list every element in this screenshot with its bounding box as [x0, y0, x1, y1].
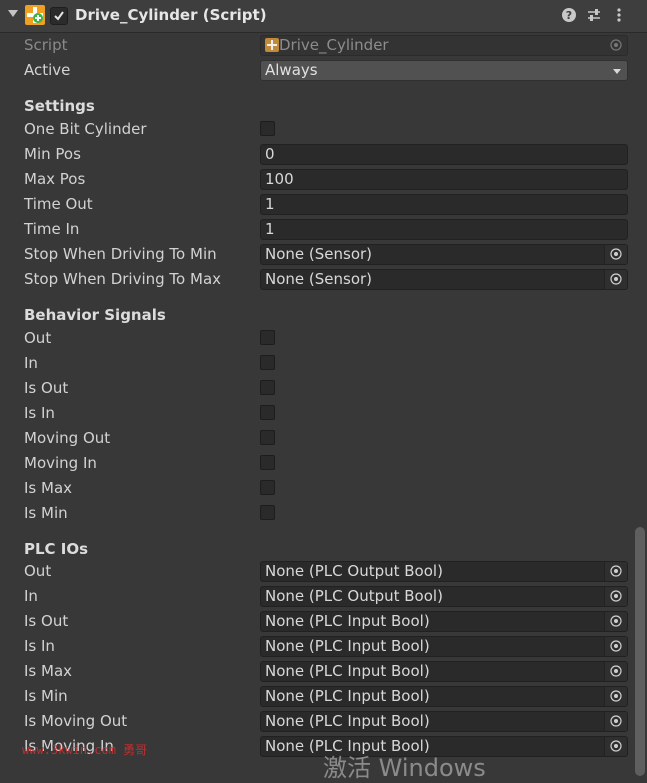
- stop-max-object-field[interactable]: None (Sensor): [260, 269, 628, 290]
- active-label: Active: [24, 61, 71, 79]
- plc-out-object-field[interactable]: None (PLC Output Bool): [260, 561, 628, 582]
- plc-is-max-object-field[interactable]: None (PLC Input Bool): [260, 661, 628, 682]
- stop-min-value: None (Sensor): [265, 245, 373, 263]
- min-pos-label: Min Pos: [24, 145, 81, 163]
- plc-is-min-label: Is Min: [24, 687, 68, 705]
- script-file-icon: [265, 38, 279, 52]
- plc-is-out-object-field[interactable]: None (PLC Input Bool): [260, 611, 628, 632]
- vertical-scrollbar[interactable]: [635, 527, 645, 776]
- behavior-is-max-checkbox[interactable]: [260, 480, 275, 495]
- object-picker-icon[interactable]: [604, 587, 627, 606]
- plc-is-in-object-field[interactable]: None (PLC Input Bool): [260, 636, 628, 657]
- component-title: Drive_Cylinder (Script): [75, 6, 267, 24]
- plc-is-out-label: Is Out: [24, 612, 69, 630]
- object-picker-icon[interactable]: [604, 562, 627, 581]
- object-picker-icon[interactable]: [604, 270, 627, 289]
- activate-windows-watermark: 激活 Windows: [323, 754, 486, 782]
- one-bit-cylinder-checkbox[interactable]: [260, 121, 275, 136]
- time-out-input[interactable]: 1: [260, 194, 628, 215]
- min-pos-input[interactable]: 0: [260, 144, 628, 165]
- stop-min-object-field[interactable]: None (Sensor): [260, 244, 628, 265]
- plc-is-moving-out-value: None (PLC Input Bool): [265, 712, 430, 730]
- object-picker-icon[interactable]: [604, 637, 627, 656]
- plc-out-label: Out: [24, 562, 52, 580]
- behavior-out-checkbox[interactable]: [260, 330, 275, 345]
- object-picker-icon: [605, 36, 627, 55]
- plc-in-object-field[interactable]: None (PLC Output Bool): [260, 586, 628, 607]
- one-bit-cylinder-label: One Bit Cylinder: [24, 120, 147, 138]
- settings-heading: Settings: [24, 97, 95, 115]
- script-field: Drive_Cylinder: [260, 35, 628, 56]
- plc-in-label: In: [24, 587, 38, 605]
- object-picker-icon[interactable]: [604, 687, 627, 706]
- behavior-is-max-label: Is Max: [24, 479, 73, 497]
- component-header: Drive_Cylinder (Script) ?: [0, 0, 647, 33]
- behavior-is-out-checkbox[interactable]: [260, 380, 275, 395]
- presets-icon[interactable]: [586, 7, 602, 23]
- plc-is-out-value: None (PLC Input Bool): [265, 612, 430, 630]
- behavior-in-label: In: [24, 354, 38, 372]
- foldout-arrow-icon[interactable]: [8, 10, 18, 17]
- plc-is-in-value: None (PLC Input Bool): [265, 637, 430, 655]
- object-picker-icon[interactable]: [604, 245, 627, 264]
- stop-max-label: Stop When Driving To Max: [24, 270, 222, 288]
- behavior-in-checkbox[interactable]: [260, 355, 275, 370]
- time-out-label: Time Out: [24, 195, 93, 213]
- plc-is-max-value: None (PLC Input Bool): [265, 662, 430, 680]
- behavior-signals-heading: Behavior Signals: [24, 306, 166, 324]
- behavior-moving-out-checkbox[interactable]: [260, 430, 275, 445]
- plc-is-min-value: None (PLC Input Bool): [265, 687, 430, 705]
- object-picker-icon[interactable]: [604, 612, 627, 631]
- plc-is-in-label: Is In: [24, 637, 55, 655]
- stop-min-label: Stop When Driving To Min: [24, 245, 217, 263]
- active-dropdown[interactable]: Always: [260, 60, 628, 81]
- site-watermark: www.3kwin.com 勇哥: [22, 743, 148, 757]
- plc-in-value: None (PLC Output Bool): [265, 587, 443, 605]
- behavior-is-in-checkbox[interactable]: [260, 405, 275, 420]
- dropdown-caret-icon: [613, 69, 621, 74]
- behavior-moving-in-label: Moving In: [24, 454, 97, 472]
- active-value: Always: [265, 61, 318, 79]
- max-pos-input[interactable]: 100: [260, 169, 628, 190]
- plc-ios-heading: PLC IOs: [24, 540, 89, 558]
- object-picker-icon[interactable]: [604, 712, 627, 731]
- plc-is-moving-out-label: Is Moving Out: [24, 712, 128, 730]
- time-in-input[interactable]: 1: [260, 219, 628, 240]
- script-label: Script: [24, 36, 68, 54]
- plc-out-value: None (PLC Output Bool): [265, 562, 443, 580]
- plc-is-min-object-field[interactable]: None (PLC Input Bool): [260, 686, 628, 707]
- script-value: Drive_Cylinder: [279, 36, 389, 54]
- behavior-moving-in-checkbox[interactable]: [260, 455, 275, 470]
- behavior-is-min-checkbox[interactable]: [260, 505, 275, 520]
- behavior-is-in-label: Is In: [24, 404, 55, 422]
- svg-text:?: ?: [566, 9, 572, 22]
- behavior-is-out-label: Is Out: [24, 379, 69, 397]
- context-menu-icon[interactable]: [611, 7, 627, 23]
- help-icon[interactable]: ?: [561, 7, 577, 23]
- object-picker-icon[interactable]: [604, 662, 627, 681]
- script-icon: [25, 5, 45, 25]
- object-picker-icon[interactable]: [604, 737, 627, 756]
- behavior-is-min-label: Is Min: [24, 504, 68, 522]
- plc-is-moving-out-object-field[interactable]: None (PLC Input Bool): [260, 711, 628, 732]
- behavior-moving-out-label: Moving Out: [24, 429, 111, 447]
- time-in-label: Time In: [24, 220, 80, 238]
- component-enabled-checkbox[interactable]: [50, 7, 68, 25]
- behavior-out-label: Out: [24, 329, 52, 347]
- stop-max-value: None (Sensor): [265, 270, 373, 288]
- plc-is-max-label: Is Max: [24, 662, 73, 680]
- max-pos-label: Max Pos: [24, 170, 86, 188]
